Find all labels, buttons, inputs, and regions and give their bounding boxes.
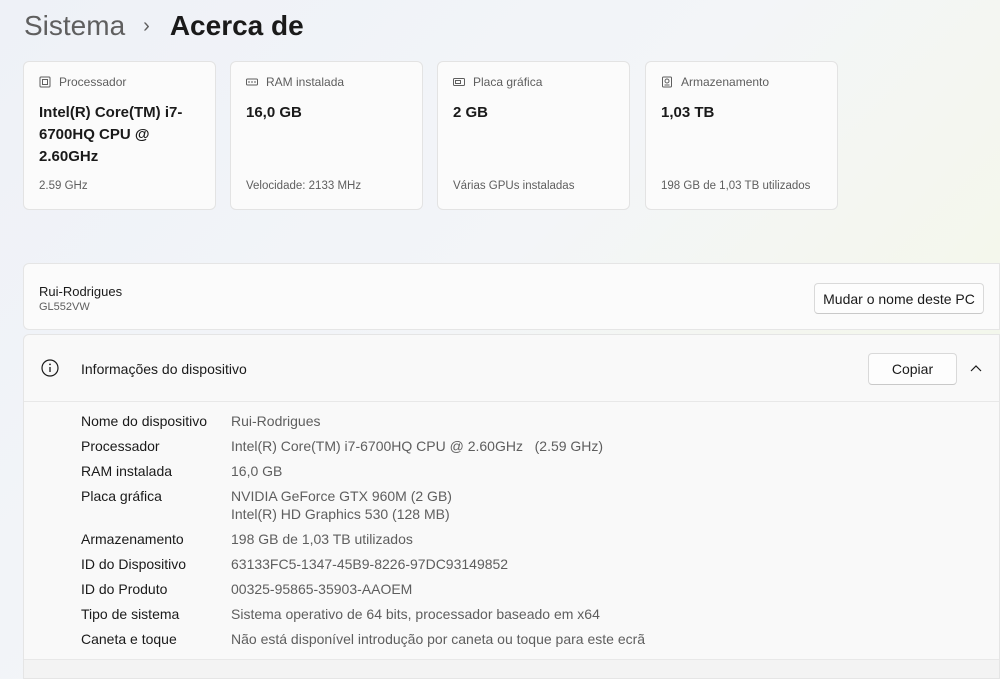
- processor-card-value: Intel(R) Core(TM) i7-6700HQ CPU @ 2.60GH…: [39, 104, 183, 165]
- copy-button[interactable]: Copiar: [868, 353, 957, 385]
- spec-key: Tipo de sistema: [81, 606, 180, 622]
- spec-key: Caneta e toque: [81, 631, 177, 647]
- spec-key: Nome do dispositivo: [81, 413, 208, 429]
- device-info-header[interactable]: Informações do dispositivo Copiar: [24, 335, 999, 402]
- spec-key: ID do Dispositivo: [81, 556, 187, 572]
- rename-pc-button[interactable]: Mudar o nome deste PC: [814, 283, 984, 314]
- breadcrumb-sistema-link[interactable]: Sistema: [24, 10, 125, 42]
- spec-value: 00325-95865-35903-AAOEM: [231, 581, 413, 597]
- pc-name: Rui-Rodrigues: [39, 284, 123, 299]
- gpu-card-label: Placa gráfica: [473, 75, 543, 89]
- chevron-up-icon[interactable]: [968, 361, 984, 377]
- gpu-card-sub: Várias GPUs instaladas: [453, 180, 575, 192]
- pc-model: GL552VW: [39, 301, 90, 313]
- panel-footer-divider: [24, 659, 999, 678]
- spec-value: 63133FC5-1347-45B9-8226-97DC93149852: [231, 556, 509, 572]
- spec-value: 198 GB de 1,03 TB utilizados: [231, 531, 413, 547]
- storage-card-sub: 198 GB de 1,03 TB utilizados: [661, 180, 811, 192]
- spec-value-secondary: Intel(R) HD Graphics 530 (128 MB): [231, 506, 450, 522]
- storage-card-value: 1,03 TB: [661, 104, 715, 121]
- ram-card-value: 16,0 GB: [246, 104, 302, 121]
- spec-key: Processador: [81, 438, 160, 454]
- storage-card: Armazenamento 1,03 TB 198 GB de 1,03 TB …: [645, 61, 838, 210]
- gpu-card-value: 2 GB: [453, 104, 489, 121]
- gpu-icon: [453, 76, 465, 88]
- breadcrumb: Sistema › Acerca de: [24, 8, 304, 44]
- spec-key: Armazenamento: [81, 531, 184, 547]
- processor-icon: [39, 76, 51, 88]
- spec-value: Rui-Rodrigues: [231, 413, 321, 429]
- spec-value: Sistema operativo de 64 bits, processado…: [231, 606, 600, 622]
- breadcrumb-separator-icon: ›: [143, 14, 150, 37]
- ram-card-label: RAM instalada: [266, 75, 345, 89]
- spec-key: ID do Produto: [81, 581, 168, 597]
- processor-card-label: Processador: [59, 75, 127, 89]
- spec-value: Intel(R) Core(TM) i7-6700HQ CPU @ 2.60GH…: [231, 438, 604, 454]
- gpu-card: Placa gráfica 2 GB Várias GPUs instalada…: [437, 61, 630, 210]
- ram-icon: [246, 76, 258, 88]
- spec-key: Placa gráfica: [81, 488, 162, 504]
- processor-card-sub: 2.59 GHz: [39, 180, 88, 192]
- ram-card-sub: Velocidade: 2133 MHz: [246, 180, 362, 192]
- device-info-panel: Informações do dispositivo Copiar Nome d…: [23, 334, 1000, 679]
- info-icon: [41, 359, 59, 377]
- page-title: Acerca de: [169, 10, 304, 41]
- storage-card-label: Armazenamento: [681, 75, 770, 89]
- processor-card: Processador Intel(R) Core(TM) i7-6700HQ …: [23, 61, 216, 210]
- ram-card: RAM instalada 16,0 GB Velocidade: 2133 M…: [230, 61, 423, 210]
- pc-name-bar: Rui-Rodrigues GL552VW Mudar o nome deste…: [23, 263, 1000, 330]
- storage-icon: [661, 76, 673, 88]
- spec-value: Não está disponível introdução por canet…: [231, 631, 646, 647]
- spec-value: 16,0 GB: [231, 463, 283, 479]
- spec-value: NVIDIA GeForce GTX 960M (2 GB): [231, 488, 452, 504]
- device-info-title: Informações do dispositivo: [81, 361, 247, 377]
- spec-key: RAM instalada: [81, 463, 173, 479]
